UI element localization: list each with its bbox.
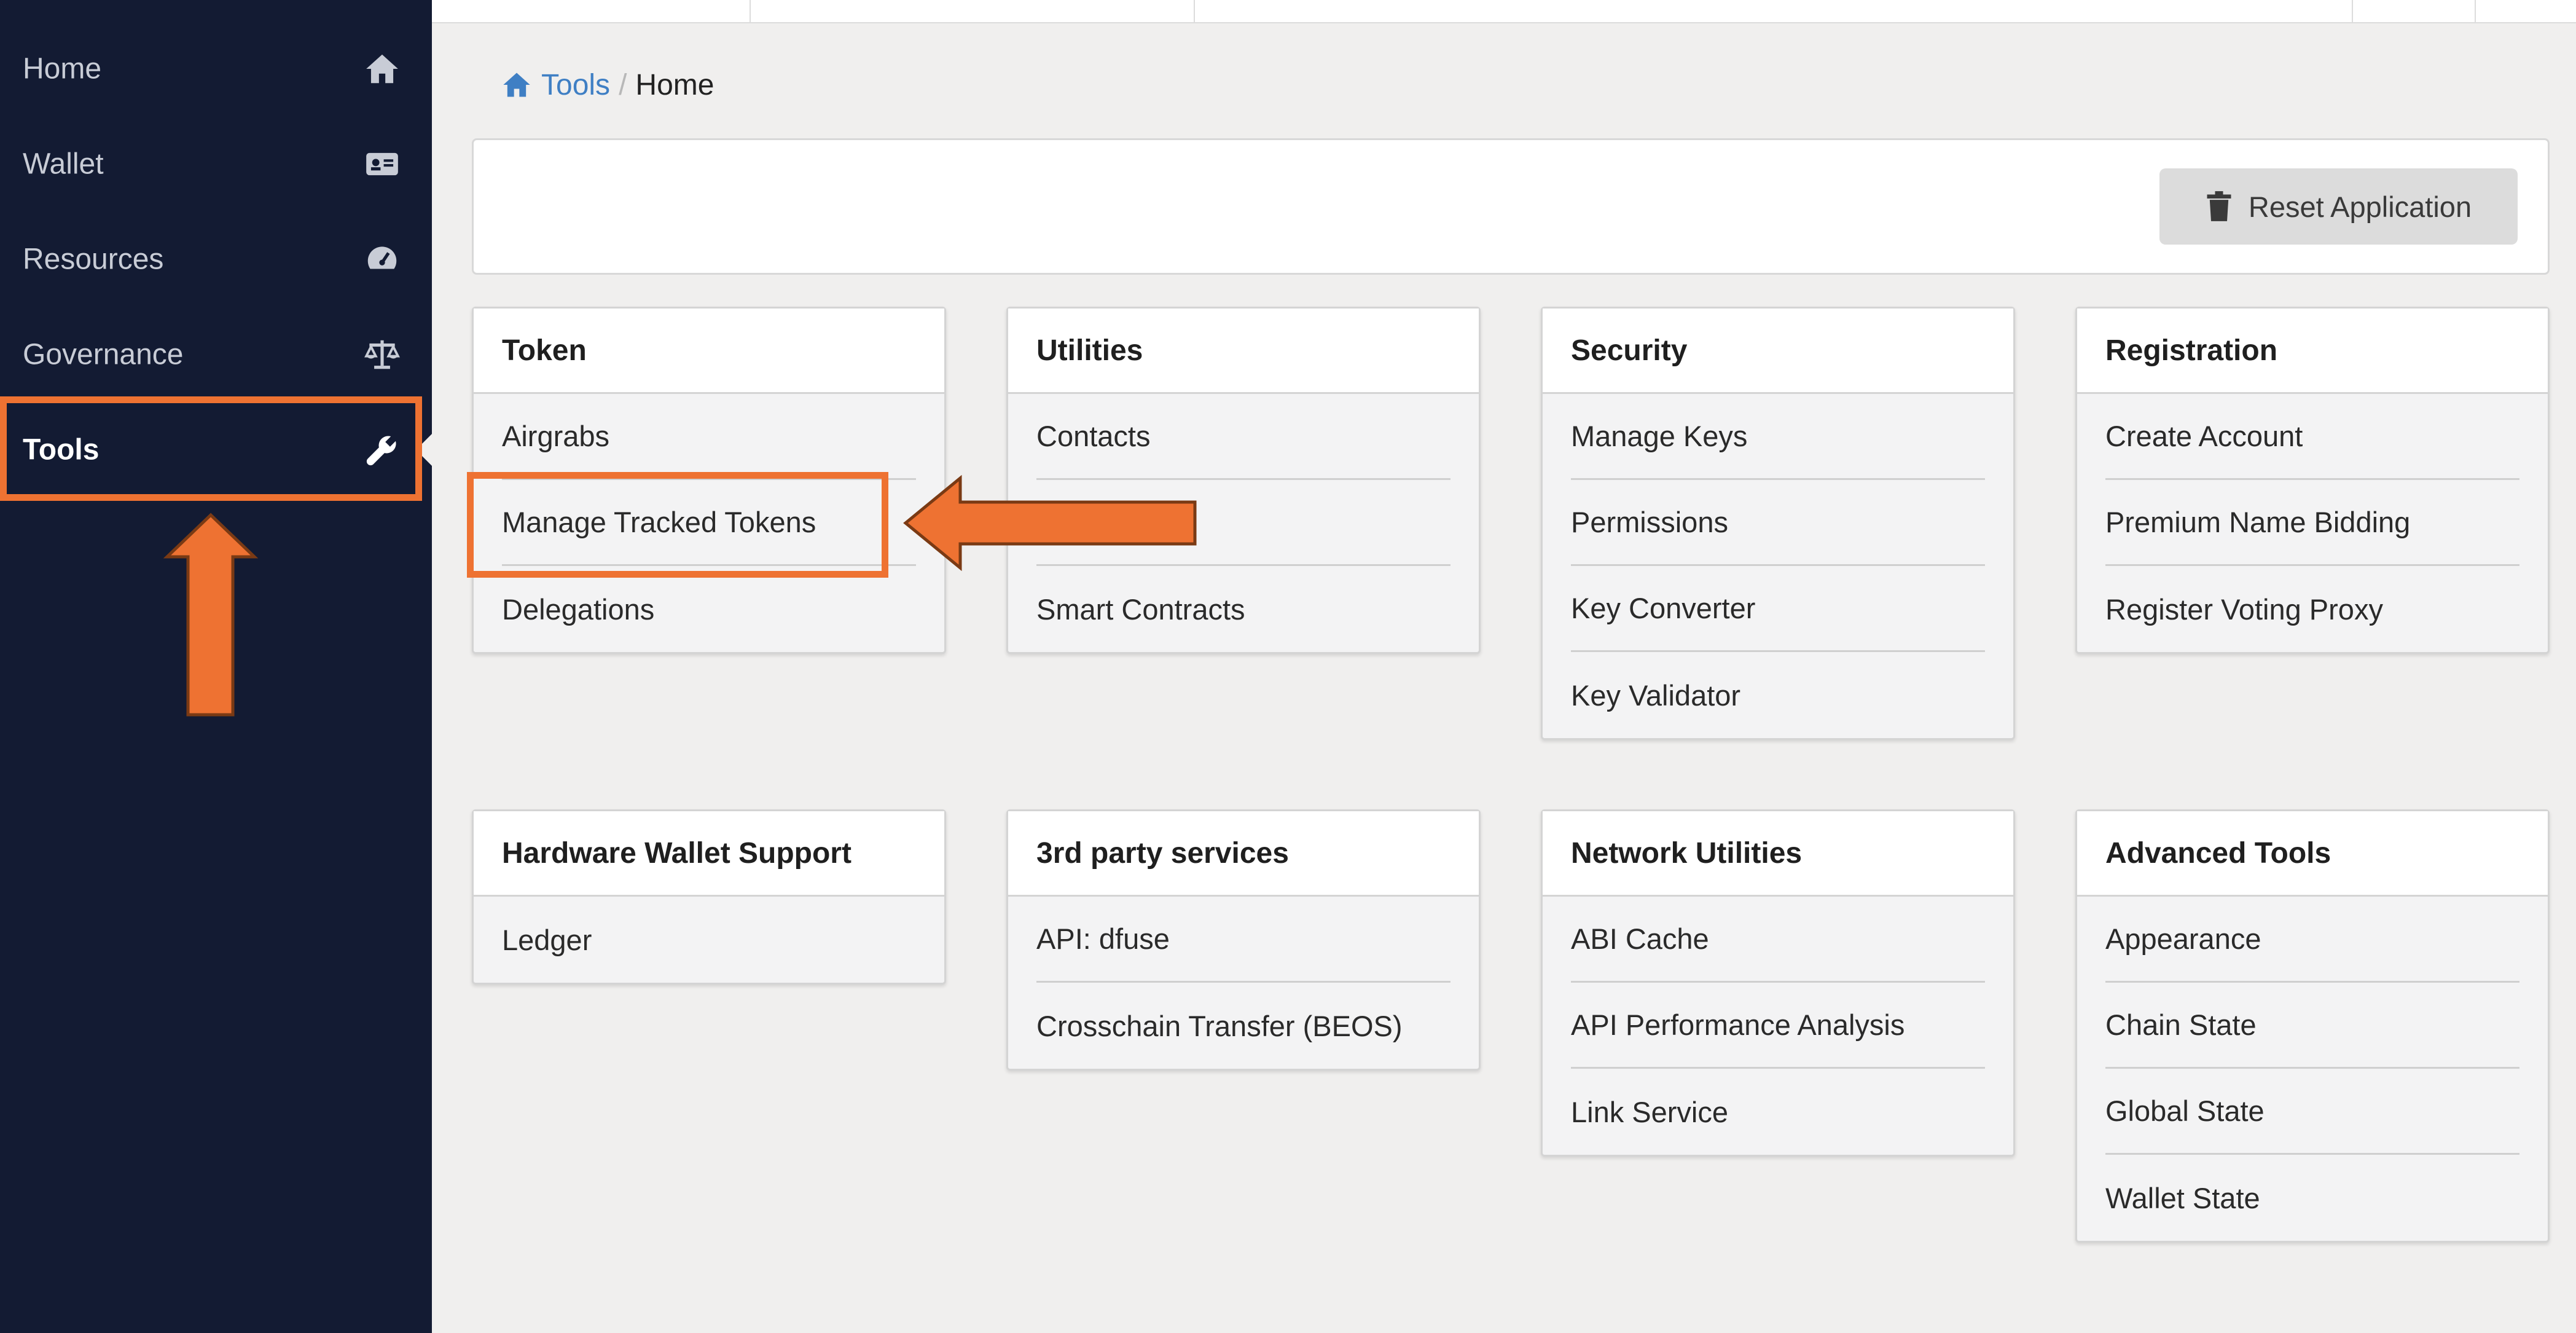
annotation-left-arrow [903,474,1197,572]
annotation-arrows [163,474,1197,717]
annotation-up-arrow [163,513,259,717]
